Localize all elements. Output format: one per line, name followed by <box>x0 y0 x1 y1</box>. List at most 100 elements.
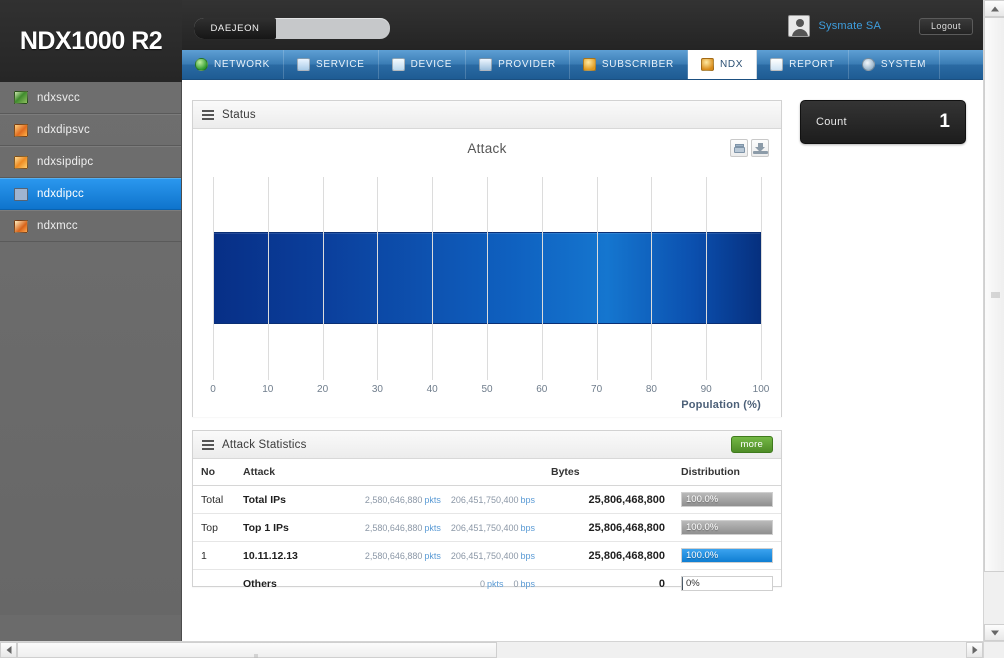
chart-x-tick-label: 60 <box>536 384 548 395</box>
bytes-value: 25,806,468,800 <box>588 521 665 534</box>
column-header-distribution: Distribution <box>673 459 781 486</box>
app-window: NDX1000 R2 ndxsvcc ndxdipsvc ndxsipdipc ndx… <box>0 0 1004 658</box>
nav-tab-label: SERVICE <box>316 59 365 70</box>
rate-group: 2,580,646,880 pkts 206,451,750,400 bps <box>365 495 535 505</box>
attack-statistics-panel: Attack Statistics more No Attack Bytes D… <box>192 430 782 591</box>
sidebar-item-ndxdipsvc[interactable]: ndxdipsvc <box>0 114 181 146</box>
system-icon <box>861 58 875 71</box>
logout-button[interactable]: Logout <box>919 17 973 35</box>
horizontal-scrollbar[interactable] <box>0 641 1004 658</box>
sidebar-item-label: ndxmcc <box>37 220 78 232</box>
sidebar-item-ndxmcc[interactable]: ndxmcc <box>0 210 181 242</box>
printer-icon[interactable] <box>730 139 748 157</box>
chart-x-tick-label: 100 <box>752 384 770 395</box>
bytes-value: 25,806,468,800 <box>588 549 665 562</box>
site-selector[interactable]: DAEJEON <box>194 18 390 39</box>
cell-attack: Top 1 IPs 2,580,646,880 pkts 206,451,750,40… <box>235 513 543 542</box>
chart-gridline <box>377 177 379 380</box>
count-panel: Count 1 <box>800 100 966 144</box>
chart-gridline <box>651 177 653 380</box>
bytes-value: 25,806,468,800 <box>588 493 665 506</box>
list-icon <box>202 439 214 450</box>
more-button[interactable]: more <box>730 436 773 453</box>
table-row[interactable]: Top Top 1 IPs 2,580,646,880 pkts 206,451,750… <box>193 513 781 542</box>
scroll-left-button[interactable] <box>0 642 17 658</box>
product-name: NDX1000 R2 <box>19 26 163 55</box>
status-panel-header: Status <box>193 101 781 129</box>
nav-tab-service[interactable]: SERVICE <box>284 50 379 79</box>
nav-tab-label: SYSTEM <box>880 59 927 70</box>
scroll-up-button[interactable] <box>984 0 1004 17</box>
nav-tab-provider[interactable]: PROVIDER <box>466 50 570 79</box>
attack-label: Others <box>243 577 277 590</box>
horizontal-scroll-thumb[interactable] <box>17 642 497 658</box>
chart-gridline <box>487 177 488 380</box>
distribution-bar: 100.0% <box>681 548 773 563</box>
cell-attack: Others 0 pkts 0 bps <box>235 570 543 598</box>
sidebar-item-ndxsvcc[interactable]: ndxsvcc <box>0 82 181 114</box>
cell-no: Total <box>193 485 235 514</box>
chart-x-tick-label: 10 <box>262 384 274 395</box>
sidebar-item-label: ndxsvcc <box>37 91 80 104</box>
chart-x-tick-label: 80 <box>645 384 657 395</box>
status-panel: Status Attack 0 10 20 30 40 50 60 70 80 90 100 Pop… <box>192 100 782 417</box>
chart-gridline <box>322 177 324 380</box>
cell-distribution: 100.0% <box>673 513 781 542</box>
nav-tab-device[interactable]: DEVICE <box>379 50 467 79</box>
sidebar: ndxsvcc ndxdipsvc ndxsipdipc ndxdipcc ndxmcc <box>0 82 182 615</box>
subscriber-icon <box>582 58 596 71</box>
cell-no <box>193 570 235 598</box>
nav-tab-label: PROVIDER <box>498 59 556 70</box>
ndxsvcc-icon <box>14 91 28 104</box>
cell-distribution: 100.0% <box>673 541 781 570</box>
cell-attack: 10.11.12.13 2,580,646,880 pkts 206,451,750,… <box>235 541 543 570</box>
distribution-label: 100.0% <box>686 522 719 533</box>
distribution-label: 0% <box>686 578 700 589</box>
nav-tab-system[interactable]: SYSTEM <box>849 50 941 79</box>
ndxmcc-icon <box>14 219 28 233</box>
ndxdipcc-icon <box>14 187 28 201</box>
nav-tab-label: SUBSCRIBER <box>601 59 674 70</box>
download-icon[interactable] <box>751 139 769 157</box>
chart-x-tick-label: 90 <box>700 384 712 395</box>
vertical-scrollbar[interactable] <box>983 0 1004 641</box>
scrollbar-corner <box>983 641 1004 658</box>
nav-tab-network[interactable]: NETWORK <box>182 50 285 79</box>
table-row[interactable]: Total Total IPs 2,580,646,880 pkts 206,451,7… <box>193 485 781 514</box>
attack-label: Total IPs <box>243 493 286 506</box>
nav-tab-report[interactable]: REPORT <box>757 50 849 79</box>
chart-gridline <box>596 177 598 380</box>
service-icon <box>297 58 311 71</box>
column-header-no: No <box>193 459 235 486</box>
scroll-down-button[interactable] <box>984 624 1004 641</box>
vertical-scroll-thumb[interactable] <box>984 17 1004 572</box>
status-panel-title: Status <box>222 108 256 121</box>
nav-tab-subscriber[interactable]: SUBSCRIBER <box>570 50 688 79</box>
scroll-right-button[interactable] <box>966 642 983 658</box>
table-row[interactable]: Others 0 pkts 0 bps 0 0% <box>193 570 781 598</box>
sidebar-item-label: ndxsipdipc <box>37 156 94 168</box>
distribution-bar: 100.0% <box>681 520 773 535</box>
cell-no: 1 <box>193 541 235 570</box>
attack-label: Top 1 IPs <box>243 521 289 534</box>
count-label: Count <box>816 116 847 128</box>
attack-chart: Attack 0 10 20 30 40 50 60 70 80 90 100 Population… <box>193 129 781 417</box>
chart-gridline <box>761 177 762 380</box>
device-icon <box>391 58 405 71</box>
chart-x-axis-label: Population (%) <box>681 399 761 411</box>
site-tab-daejeon[interactable]: DAEJEON <box>194 18 276 39</box>
ndxsipdipc-icon <box>14 155 28 169</box>
sidebar-item-ndxsipdipc[interactable]: ndxsipdipc <box>0 146 181 178</box>
column-header-attack: Attack <box>235 459 543 486</box>
nav-tab-label: NDX <box>719 59 744 70</box>
chart-x-tick-label: 20 <box>317 384 329 395</box>
user-name[interactable]: Sysmate SA <box>818 20 881 32</box>
chart-plot-area <box>213 177 762 380</box>
rate-group: 0 pkts 0 bps <box>480 579 535 589</box>
table-row[interactable]: 1 10.11.12.13 2,580,646,880 pkts 206,451,750… <box>193 541 781 570</box>
distribution-label: 100.0% <box>686 550 719 561</box>
nav-tab-ndx[interactable]: NDX <box>687 50 758 79</box>
sidebar-item-ndxdipcc[interactable]: ndxdipcc <box>0 178 181 210</box>
chart-gridline <box>706 177 708 380</box>
chart-x-tick-label: 30 <box>371 384 383 395</box>
